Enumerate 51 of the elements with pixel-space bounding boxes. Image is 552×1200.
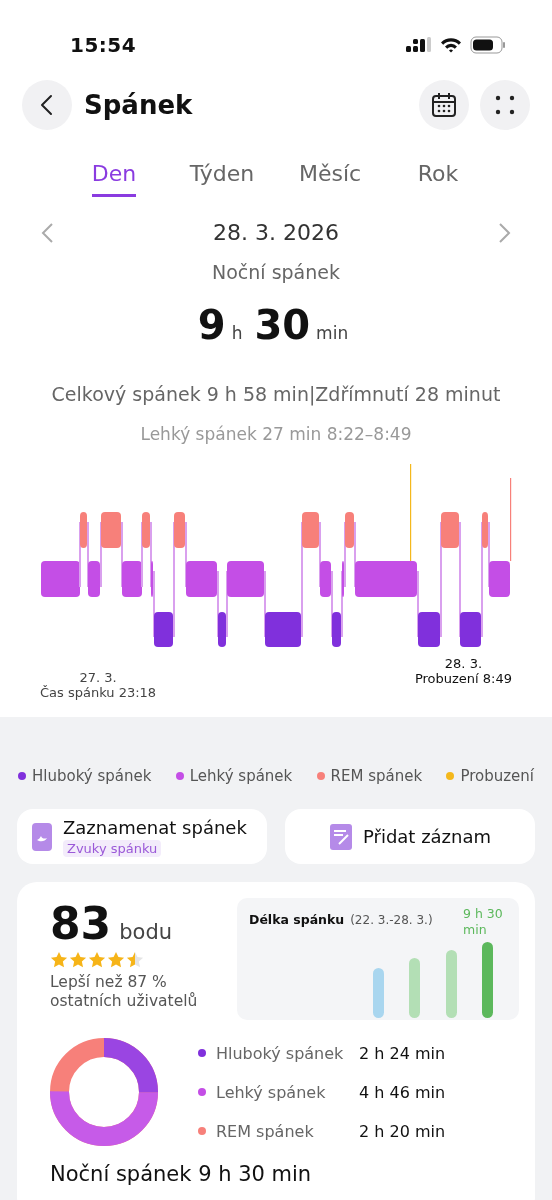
end-date: 28. 3. — [444, 656, 483, 671]
section-heading: Noční spánek 9 h 30 min — [50, 1162, 313, 1186]
legend-label: REM spánek — [330, 767, 423, 785]
date-label: 28. 3. 2026 — [213, 220, 339, 245]
signal-icon — [406, 37, 432, 53]
record-sleep-button[interactable]: Zaznamenat spánek Zvuky spánku — [17, 809, 267, 864]
stage-detail: Lehký spánek 27 min 8:22–8:49 — [139, 424, 413, 444]
wifi-icon — [440, 37, 462, 53]
bar-value-label: 9 h 30 min — [463, 906, 504, 938]
score-unit: bodu — [119, 920, 173, 944]
stage-label: Hluboký spánek — [216, 1043, 345, 1063]
sleep-summary: Celkový spánek 9 h 58 min|Zdřímnutí 28 minut — [50, 383, 502, 405]
add-record-button[interactable]: Přidat záznam — [285, 809, 535, 864]
back-icon — [40, 94, 54, 116]
back-button[interactable] — [22, 80, 72, 130]
hours-unit: h — [231, 323, 243, 343]
stage-duration: 4 h 46 min — [359, 1082, 446, 1102]
calendar-icon — [431, 92, 457, 118]
score-value: 83 — [50, 898, 112, 949]
tab[interactable]: Den — [91, 155, 137, 197]
calendar-button[interactable] — [419, 80, 469, 130]
page-title: Spánek — [84, 90, 194, 120]
end-label: Probuzení 8:49 — [414, 671, 512, 686]
sleep-minutes: 30 — [254, 302, 311, 348]
comparison-text: Lepší než 87 % ostatních uživatelů — [50, 973, 199, 1011]
tab[interactable]: Týden — [189, 155, 255, 197]
sleep-label: Noční spánek — [211, 261, 341, 283]
minutes-unit: min — [316, 323, 349, 343]
legend-label: Probuzení — [460, 767, 534, 785]
stage-label: REM spánek — [216, 1121, 315, 1141]
legend-label: Lehký spánek — [189, 767, 293, 785]
tab[interactable]: Rok — [417, 155, 459, 197]
button-label: Přidat záznam — [362, 826, 492, 847]
sleep-hours: 9 — [197, 302, 226, 348]
more-icon — [495, 95, 515, 115]
stage-duration: 2 h 24 min — [359, 1043, 446, 1063]
start-label: Čas spánku 23:18 — [40, 685, 157, 700]
sleep-sounds-tag[interactable]: Zvuky spánku — [63, 839, 162, 857]
start-date: 27. 3. — [79, 670, 117, 685]
date-range: (22. 3.-28. 3.) — [350, 913, 433, 927]
button-label: Zaznamenat spánek — [63, 816, 247, 838]
note-edit-icon — [328, 822, 353, 851]
chart-title: Délka spánku — [249, 912, 345, 927]
battery-icon — [470, 36, 506, 54]
stage-label: Lehký spánek — [216, 1082, 327, 1102]
status-time: 15:54 — [70, 33, 137, 57]
phone-moon-icon — [31, 821, 53, 852]
stage-duration: 2 h 20 min — [359, 1121, 446, 1141]
legend-label: Hluboký spánek — [32, 767, 152, 785]
tab[interactable]: Měsíc — [298, 155, 362, 197]
more-button[interactable] — [480, 80, 530, 130]
